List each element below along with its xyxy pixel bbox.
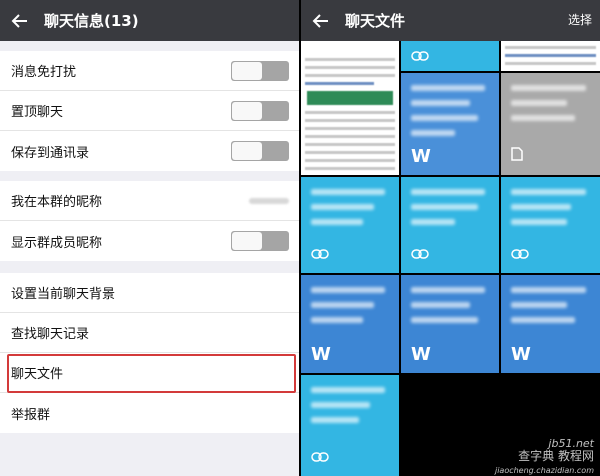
back-arrow-icon (11, 13, 27, 28)
row-label: 查找聊天记录 (11, 327, 90, 342)
show-member-nickname-toggle[interactable] (231, 231, 289, 251)
chat-files-row[interactable]: 聊天文件 (0, 353, 299, 393)
chat-files-screen: 聊天文件 选择 W W W W jb51.net 查字典 教程网 jiaoche… (301, 0, 600, 476)
settings-group-3: 设置当前聊天背景 查找聊天记录 聊天文件 举报群 (0, 273, 299, 433)
back-arrow-icon (312, 13, 328, 28)
link-icon (411, 249, 429, 259)
file-tile-document[interactable] (301, 41, 399, 175)
word-icon: W (311, 344, 331, 365)
my-group-nickname-row[interactable]: 我在本群的昵称 (0, 181, 299, 221)
file-tile-word[interactable]: W (401, 275, 499, 373)
mute-notifications-row[interactable]: 消息免打扰 (0, 51, 299, 91)
row-label: 设置当前聊天背景 (11, 287, 116, 302)
set-chat-background-row[interactable]: 设置当前聊天背景 (0, 273, 299, 313)
file-tile-link[interactable] (501, 177, 600, 273)
settings-group-2: 我在本群的昵称 显示群成员昵称 (0, 181, 299, 261)
nickname-value (249, 197, 289, 204)
file-tile-word[interactable]: W (301, 275, 399, 373)
row-label: 置顶聊天 (11, 105, 64, 120)
select-button[interactable]: 选择 (568, 0, 592, 41)
word-icon: W (411, 146, 431, 167)
link-icon (511, 249, 529, 259)
report-group-row[interactable]: 举报群 (0, 393, 299, 433)
sticky-on-top-row[interactable]: 置顶聊天 (0, 91, 299, 131)
row-label: 举报群 (11, 407, 51, 423)
file-tile-word[interactable]: W (501, 275, 600, 373)
back-button[interactable] (301, 0, 341, 41)
row-label: 我在本群的昵称 (11, 195, 103, 210)
watermark-url: jiaocheng.chazidian.com (494, 466, 594, 475)
chat-info-header: 聊天信息(13) (0, 0, 299, 41)
save-to-contacts-row[interactable]: 保存到通讯录 (0, 131, 299, 171)
file-tile-link[interactable] (301, 177, 399, 273)
chat-info-screen: 聊天信息(13) 消息免打扰 置顶聊天 保存到通讯录 我在本群的昵称 显示群成员… (0, 0, 299, 476)
page-title: 聊天信息(13) (44, 12, 139, 30)
page-title: 聊天文件 (345, 12, 406, 30)
save-to-contacts-toggle[interactable] (231, 141, 289, 161)
show-member-nickname-row[interactable]: 显示群成员昵称 (0, 221, 299, 261)
file-tile-document[interactable] (501, 41, 600, 71)
watermark-brand: 查字典 教程网 (518, 449, 594, 463)
link-icon (311, 249, 329, 259)
file-tile-link[interactable] (401, 41, 499, 71)
row-label: 消息免打扰 (11, 65, 77, 80)
file-tile-word[interactable]: W (401, 73, 499, 175)
word-icon: W (511, 344, 531, 365)
file-tile-file[interactable] (501, 73, 600, 175)
file-tile-link[interactable] (301, 375, 399, 476)
file-icon (511, 147, 523, 161)
row-label: 保存到通讯录 (11, 145, 90, 161)
file-tile-link[interactable] (401, 177, 499, 273)
word-icon: W (411, 344, 431, 365)
link-icon (311, 452, 329, 462)
search-chat-history-row[interactable]: 查找聊天记录 (0, 313, 299, 353)
row-label: 聊天文件 (11, 367, 64, 382)
sticky-on-top-toggle[interactable] (231, 100, 289, 121)
settings-group-1: 消息免打扰 置顶聊天 保存到通讯录 (0, 51, 299, 171)
mute-notifications-toggle[interactable] (231, 60, 289, 81)
chat-files-header: 聊天文件 选择 (301, 0, 600, 41)
back-button[interactable] (0, 0, 40, 41)
link-icon (411, 51, 429, 61)
row-label: 显示群成员昵称 (11, 235, 103, 251)
